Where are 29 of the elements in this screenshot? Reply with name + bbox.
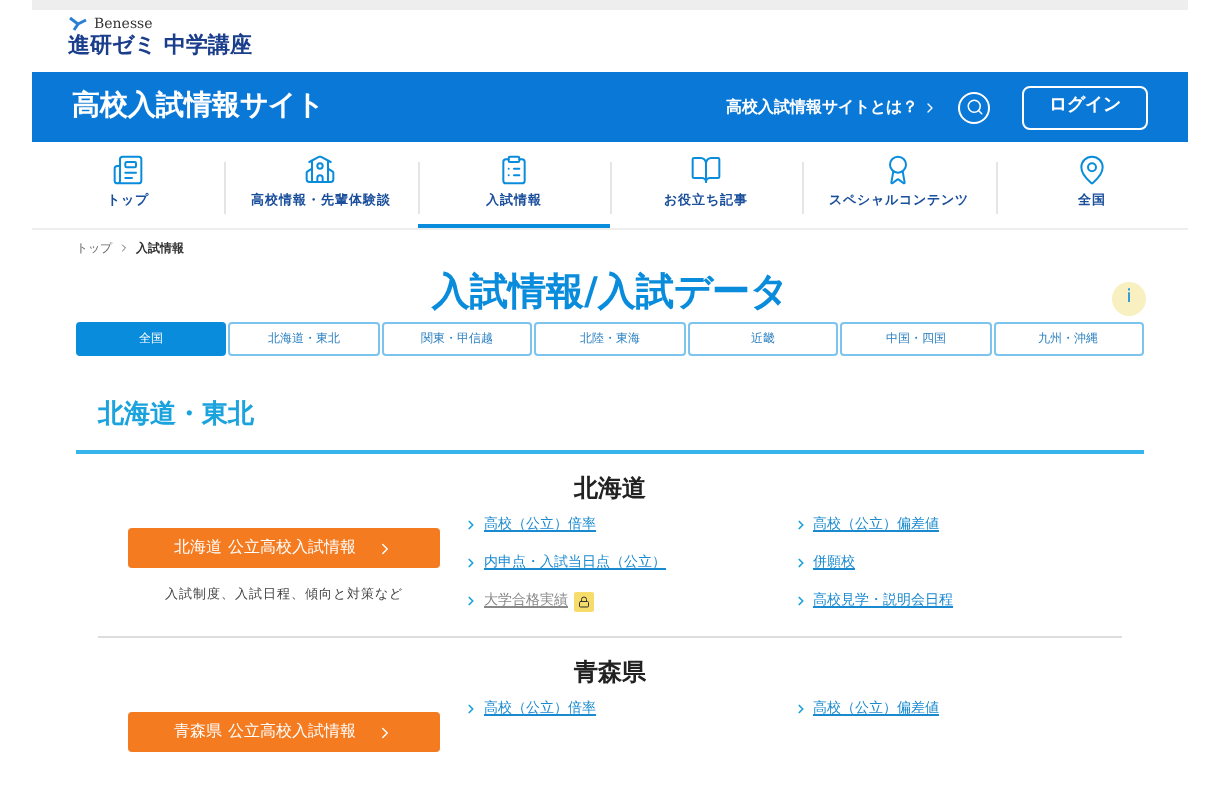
prefecture-info-button[interactable]: 青森県 公立高校入試情報 xyxy=(128,712,440,752)
book-icon xyxy=(690,154,723,187)
product-logo: 進研ゼミ 中学講座 xyxy=(68,32,254,60)
prefecture-heading: 北海道 xyxy=(574,472,646,504)
chevron-icon xyxy=(464,556,478,570)
chevron-icon xyxy=(464,702,478,716)
about-link[interactable]: 高校入試情報サイトとは？ xyxy=(726,95,938,119)
map-pin-icon xyxy=(1075,154,1108,187)
chevron-icon xyxy=(793,594,807,608)
clipboard-icon xyxy=(497,154,530,187)
school-icon xyxy=(304,154,337,187)
lock-icon xyxy=(574,591,594,611)
breadcrumb-separator-icon xyxy=(118,242,130,254)
chevron-icon xyxy=(793,518,807,532)
newspaper-icon xyxy=(112,154,145,187)
page-title: 入試情報/入試データ xyxy=(432,268,788,316)
logo-icon xyxy=(68,16,88,32)
chevron-icon xyxy=(464,518,478,532)
search-icon[interactable] xyxy=(958,91,990,123)
chevron-icon xyxy=(793,556,807,570)
info-badge[interactable]: i xyxy=(1112,282,1146,316)
chevron-icon xyxy=(793,702,807,716)
site-title: 高校入試情報サイト xyxy=(72,87,324,126)
prefecture-info-button[interactable]: 北海道 公立高校入試情報 xyxy=(128,528,440,568)
section-title: 北海道・東北 xyxy=(98,400,256,432)
chevron-icon xyxy=(464,594,478,608)
chevron-icon xyxy=(922,99,938,115)
login-button[interactable]: ログイン xyxy=(1022,85,1148,129)
prefecture-heading: 青森県 xyxy=(574,656,646,688)
